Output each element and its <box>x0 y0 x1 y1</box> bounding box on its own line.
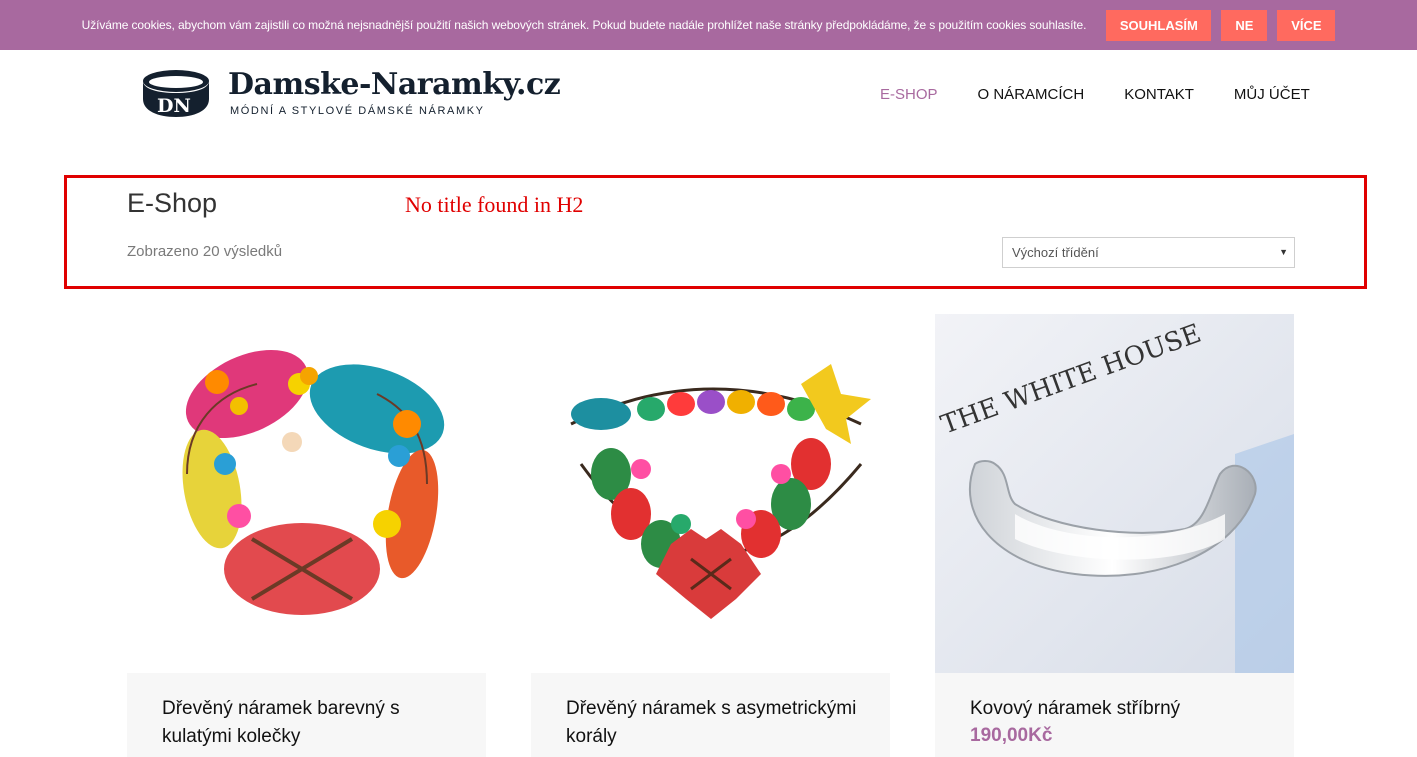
cookie-decline-button[interactable]: NE <box>1221 9 1268 41</box>
product-name[interactable]: Kovový náramek stříbrný <box>970 695 1270 723</box>
nav-item-muj-ucet[interactable]: MŮJ ÚČET <box>1234 86 1310 103</box>
sort-select[interactable]: Výchozí třídění ▼ <box>1002 237 1295 268</box>
sort-select-value: Výchozí třídění <box>1012 245 1099 260</box>
cookie-bar: Užíváme cookies, abychom vám zajistili c… <box>0 0 1417 50</box>
cookie-message: Užíváme cookies, abychom vám zajistili c… <box>81 18 1087 32</box>
product-image[interactable] <box>531 314 890 673</box>
product-card[interactable]: THE WHITE HOUSE Kovový náramek stříbrný … <box>935 314 1294 757</box>
product-card[interactable]: Dřevěný náramek s asymetrickými korály <box>531 314 890 757</box>
product-name[interactable]: Dřevěný náramek s asymetrickými korály <box>566 695 866 751</box>
logo-mark-icon: DN <box>143 70 209 117</box>
logo-tagline: MÓDNÍ A STYLOVÉ DÁMSKÉ NÁRAMKY <box>230 105 485 117</box>
product-image[interactable]: THE WHITE HOUSE <box>935 314 1294 673</box>
product-price: 190,00Kč <box>970 725 1053 746</box>
cookie-more-button[interactable]: VÍCE <box>1277 9 1336 41</box>
shop-header-highlight: E-Shop No title found in H2 Zobrazeno 20… <box>64 175 1367 289</box>
site-logo[interactable]: DN Damske-Naramky.cz MÓDNÍ A STYLOVÉ DÁM… <box>140 65 561 125</box>
result-count: Zobrazeno 20 výsledků <box>127 243 283 260</box>
page-title: E-Shop <box>127 188 218 218</box>
cookie-agree-button[interactable]: SOUHLASÍM <box>1106 9 1212 41</box>
product-name[interactable]: Dřevěný náramek barevný s kulatými koleč… <box>162 695 462 751</box>
nav-item-eshop[interactable]: E-SHOP <box>880 86 938 103</box>
debug-note: No title found in H2 <box>405 192 584 217</box>
product-image[interactable] <box>127 314 486 673</box>
product-card[interactable]: Dřevěný náramek barevný s kulatými koleč… <box>127 314 486 757</box>
nav-item-o-naramcich[interactable]: O NÁRAMCÍCH <box>978 86 1085 103</box>
site-header: DN Damske-Naramky.cz MÓDNÍ A STYLOVÉ DÁM… <box>0 50 1417 140</box>
logo-name: Damske-Naramky.cz <box>228 67 561 102</box>
chevron-down-icon: ▼ <box>1279 247 1288 257</box>
main-nav: E-SHOP O NÁRAMCÍCH KONTAKT MŮJ ÚČET <box>880 86 1350 103</box>
product-info: Kovový náramek stříbrný 190,00Kč <box>935 673 1294 757</box>
product-info: Dřevěný náramek barevný s kulatými koleč… <box>127 673 486 757</box>
product-info: Dřevěný náramek s asymetrickými korály <box>531 673 890 757</box>
nav-item-kontakt[interactable]: KONTAKT <box>1124 86 1194 103</box>
logo-monogram: DN <box>157 95 191 117</box>
